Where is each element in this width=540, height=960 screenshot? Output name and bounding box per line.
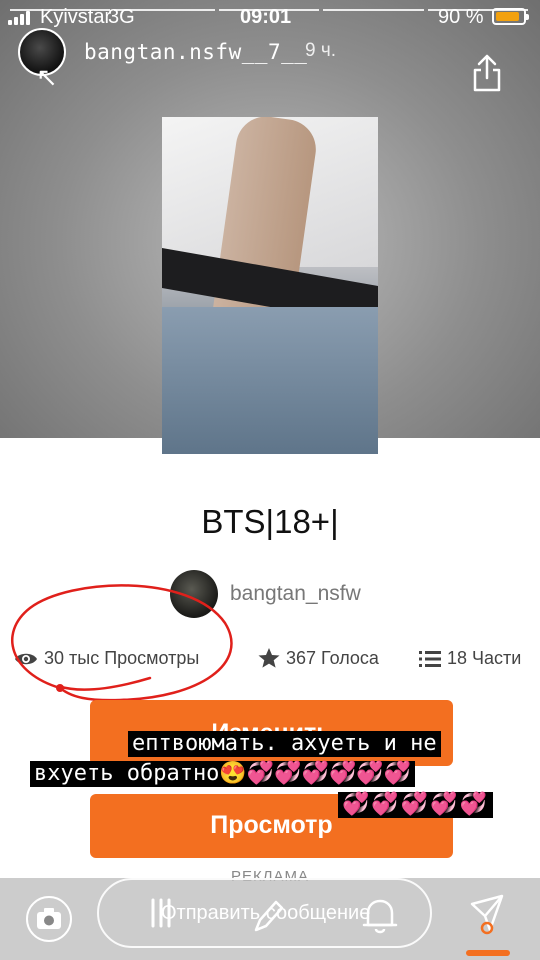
story-username[interactable]: bangtan.nsfw__7__ <box>84 40 307 64</box>
story-text-line: вхуеть обратно😍💞💞💞💞💞💞 <box>30 761 416 787</box>
status-bar: Kyivstar 3G 09:01 90 % <box>0 0 540 34</box>
parts-stat: 18 Части <box>419 648 521 669</box>
book-title: BTS|18+| <box>201 503 339 540</box>
signal-icon <box>8 11 30 25</box>
red-circle-annotation <box>11 584 233 702</box>
star-icon <box>258 648 280 668</box>
back-arrow-icon[interactable]: ↖ <box>36 62 58 93</box>
votes-stat: 367 Голоса <box>258 648 379 669</box>
list-icon <box>419 651 441 667</box>
active-tab-indicator <box>466 950 510 956</box>
story-text-line: ептвоюмать. ахуеть и не <box>128 731 441 757</box>
pen-icon[interactable] <box>252 896 286 934</box>
share-icon[interactable] <box>472 54 502 92</box>
story-time: 9 ч. <box>305 40 337 61</box>
send-icon[interactable] <box>468 894 506 936</box>
lines-icon <box>151 898 171 928</box>
parts-count: 18 Части <box>447 648 522 668</box>
book-cover[interactable] <box>162 117 378 454</box>
bell-icon[interactable] <box>358 895 402 937</box>
votes-count: 367 Голоса <box>286 648 379 668</box>
camera-icon[interactable] <box>26 896 72 942</box>
story-text-line: 💞💞💞💞💞 <box>338 792 493 818</box>
story-progress <box>10 9 529 11</box>
